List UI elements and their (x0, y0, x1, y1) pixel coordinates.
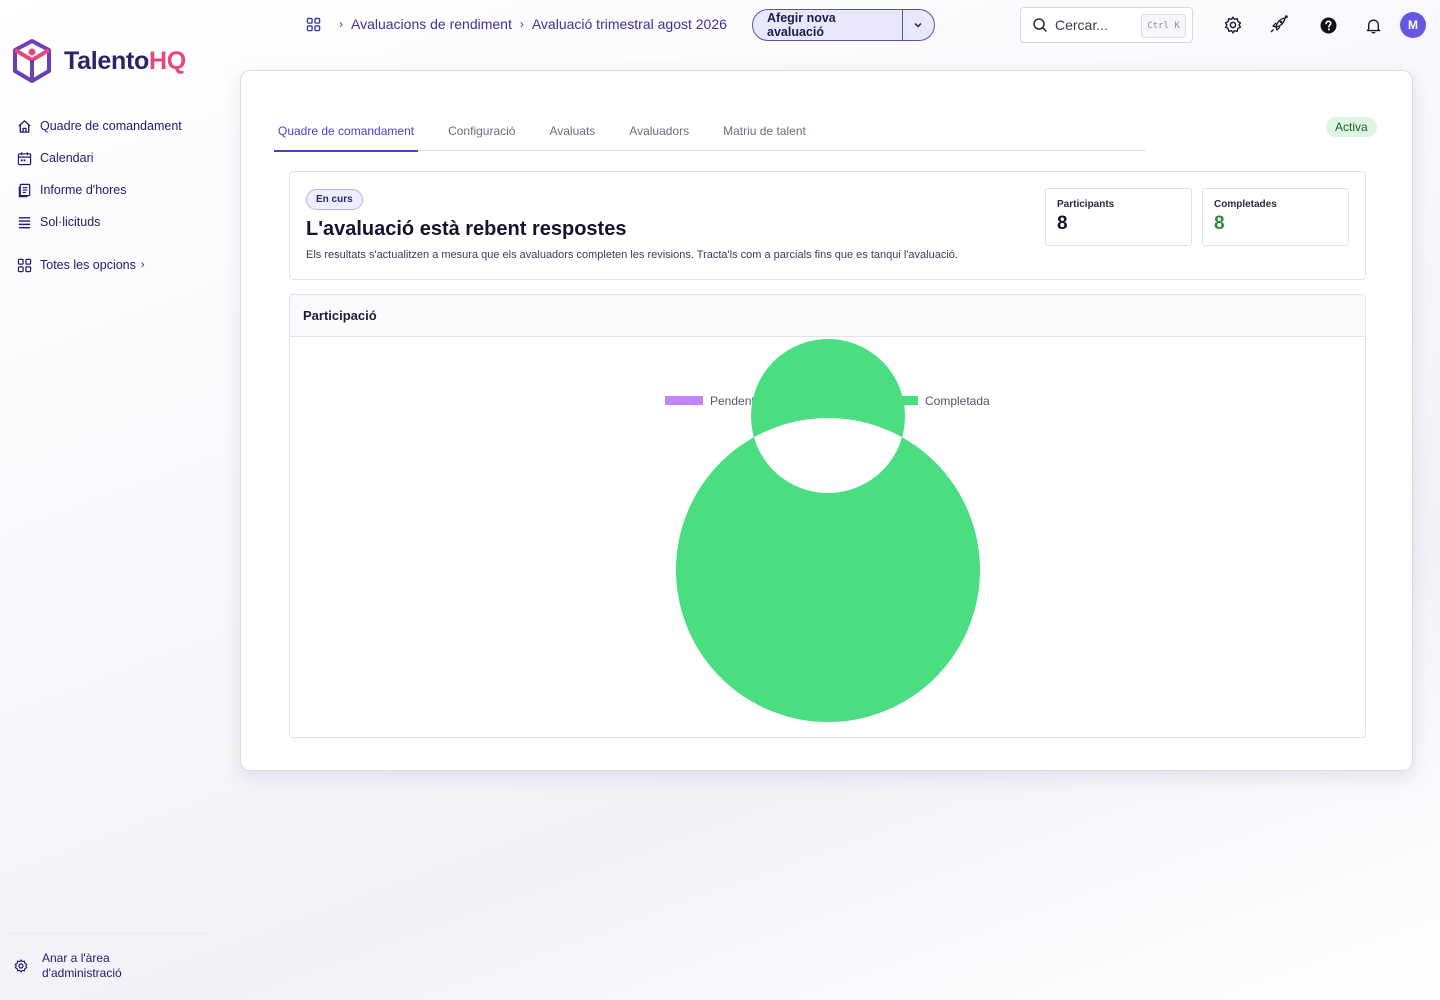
sidebar-item-hours-report[interactable]: Informe d'hores (16, 174, 206, 206)
tab-bar: Quadre de comandament Configuració Avalu… (274, 111, 1146, 152)
report-icon (16, 182, 32, 198)
participation-panel: Participació PendentEn progrésCompletada (289, 294, 1366, 738)
add-evaluation-dropdown-button[interactable] (901, 10, 934, 40)
add-evaluation-split-button: Afegir nova avaluació (752, 9, 935, 41)
participation-donut-chart: PendentEn progrésCompletada (665, 338, 990, 722)
sidebar-item-calendar[interactable]: Calendari (16, 142, 206, 174)
admin-area-label: Anar a l'àrea d'administració (42, 951, 122, 980)
stat-label: Participants (1057, 199, 1115, 210)
breadcrumb-item-current[interactable]: Avaluació trimestral agost 2026 (532, 16, 727, 32)
logo[interactable]: TalentoHQ (12, 39, 186, 83)
breadcrumb-item-reviews[interactable]: Avaluacions de rendiment (351, 16, 512, 32)
sidebar-item-all-options[interactable]: Totes les opcions › (16, 249, 206, 281)
search-input[interactable]: Cercar... Ctrl K (1020, 7, 1193, 43)
sidebar-item-label: Sol·licituds (40, 215, 101, 229)
status-title: L'avaluació està rebent respostes (306, 218, 627, 240)
help-button[interactable] (1317, 14, 1339, 36)
tab-evaluators[interactable]: Avaluadors (625, 111, 693, 151)
stat-value: 8 (1057, 213, 1068, 234)
calendar-icon (16, 150, 32, 166)
sidebar-item-dashboard[interactable]: Quadre de comandament (16, 110, 206, 142)
apps-grid-icon[interactable] (306, 17, 321, 32)
rocket-icon (1270, 15, 1288, 33)
chevron-right-icon: › (519, 17, 524, 31)
home-icon (16, 118, 32, 134)
notifications-button[interactable] (1362, 14, 1384, 36)
search-shortcut-hint: Ctrl K (1141, 14, 1186, 38)
search-placeholder: Cercar... (1055, 17, 1108, 33)
in-progress-pill: En curs (306, 189, 363, 210)
sidebar-item-requests[interactable]: Sol·licituds (16, 206, 206, 238)
chevron-right-icon: › (140, 259, 145, 271)
breadcrumb: › Avaluacions de rendiment › Avaluació t… (306, 16, 727, 32)
legend-label-0[interactable]: Pendent (710, 394, 755, 408)
settings-button[interactable] (1222, 14, 1244, 36)
legend-label-2[interactable]: Completada (925, 394, 990, 408)
sidebar-item-label: Informe d'hores (40, 183, 127, 197)
gear-icon (1224, 16, 1242, 34)
sidebar-item-label: Quadre de comandament (40, 119, 182, 133)
topbar: › Avaluacions de rendiment › Avaluació t… (300, 0, 1440, 50)
admin-area-link[interactable]: Anar a l'àrea d'administració (14, 951, 122, 981)
status-badge: Activa (1326, 117, 1377, 137)
brand-name: TalentoHQ (64, 46, 186, 75)
completed-stat: Completades 8 (1202, 188, 1349, 246)
chevron-down-icon (914, 22, 922, 28)
status-panel: En curs L'avaluació està rebent resposte… (289, 171, 1366, 280)
tab-talent-matrix[interactable]: Matriu de talent (719, 111, 810, 151)
panel-title: Participació (290, 295, 1365, 337)
user-avatar[interactable]: M (1400, 12, 1426, 38)
sidebar-item-label: Calendari (40, 151, 94, 165)
sidebar-nav: Quadre de comandament Calendari Informe … (16, 110, 206, 281)
tab-dashboard[interactable]: Quadre de comandament (274, 111, 419, 152)
legend-swatch-0[interactable] (665, 396, 703, 405)
add-evaluation-button[interactable]: Afegir nova avaluació (753, 10, 902, 40)
chevron-right-icon: › (339, 17, 343, 31)
tab-settings[interactable]: Configuració (444, 111, 519, 151)
status-description: Els resultats s'actualitzen a mesura que… (306, 249, 958, 261)
evaluation-card: Quadre de comandament Configuració Avalu… (240, 70, 1413, 771)
bell-icon (1366, 18, 1380, 33)
question-circle-icon (1320, 17, 1336, 33)
divider (8, 933, 208, 934)
logo-cube-icon (13, 39, 51, 83)
grid-icon (16, 257, 32, 273)
sidebar-item-label: Totes les opcions (40, 258, 136, 272)
stat-label: Completades (1214, 199, 1277, 210)
stat-value: 8 (1214, 213, 1225, 234)
list-icon (16, 214, 32, 230)
sidebar: TalentoHQ Quadre de comandament Calendar… (0, 0, 210, 1000)
whats-new-button[interactable] (1267, 14, 1289, 36)
participants-stat: Participants 8 (1045, 188, 1192, 246)
gear-icon (14, 959, 28, 973)
tab-evaluees[interactable]: Avaluats (545, 111, 599, 151)
search-icon (1033, 18, 1048, 33)
